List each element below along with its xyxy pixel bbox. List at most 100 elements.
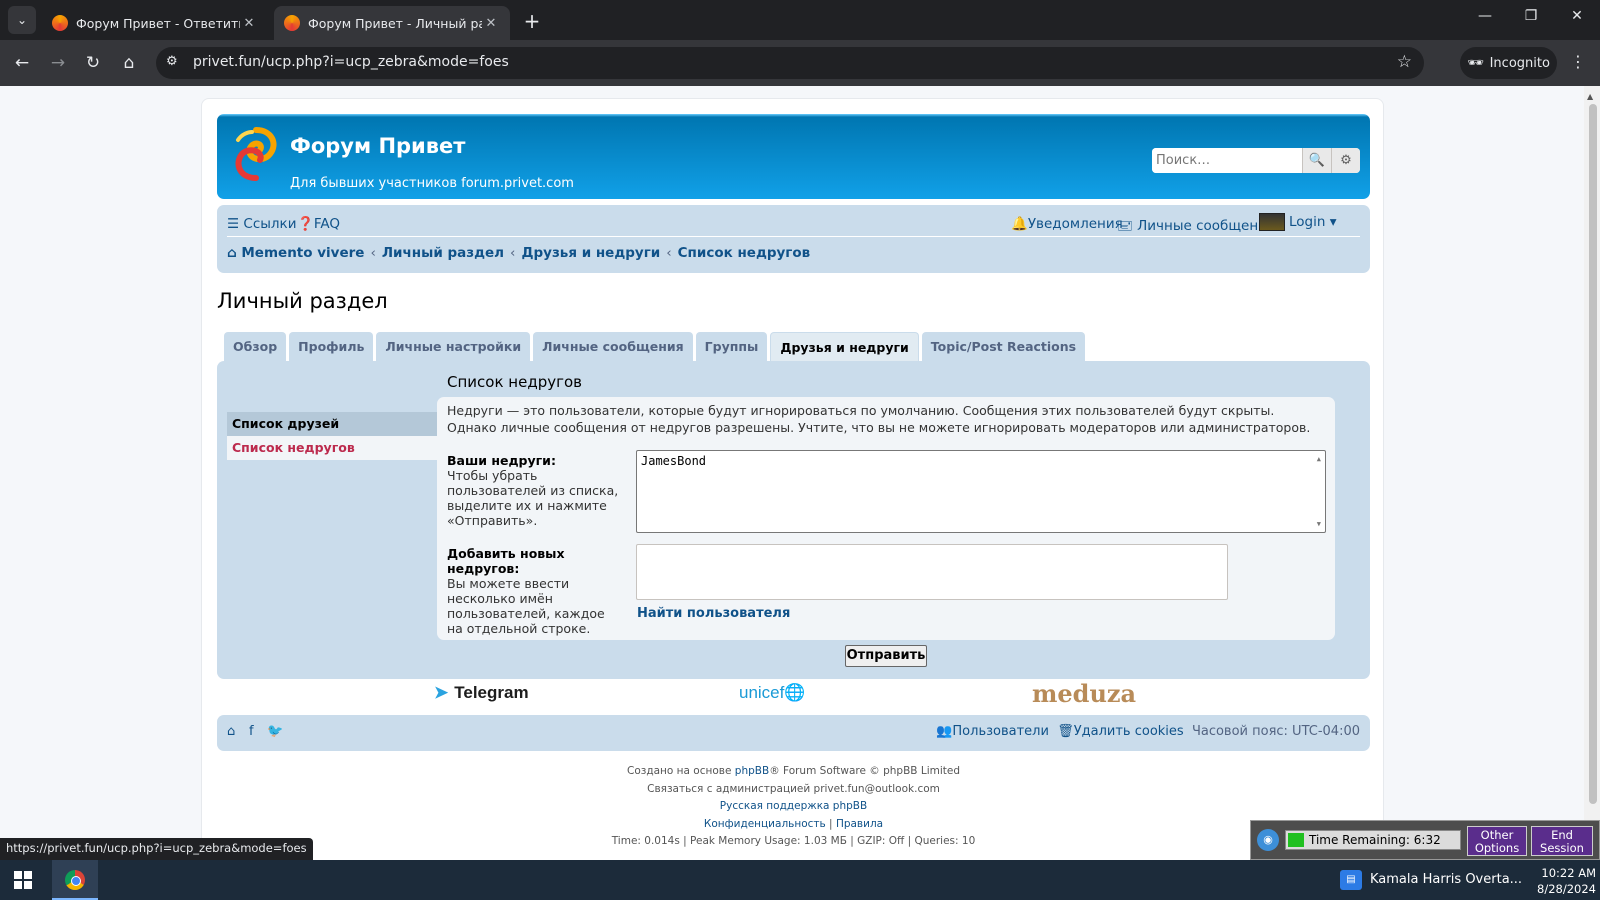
bookmark-star-icon[interactable]: ☆	[1397, 52, 1412, 72]
time-remaining-box: Time Remaining: 6:32	[1285, 830, 1461, 850]
breadcrumb-item-home[interactable]: Memento vivere	[241, 245, 364, 261]
taskbar-chrome-button[interactable]	[52, 860, 98, 900]
quick-links-link[interactable]: ☰ Ссылки	[227, 216, 296, 232]
scroll-up-icon[interactable]: ▲	[1317, 455, 1321, 463]
foes-form: Недруги — это пользователи, которые буду…	[437, 397, 1335, 640]
foes-select-list[interactable]: JamesBond ▲ ▼	[636, 450, 1326, 533]
notifications-link[interactable]: 🔔Уведомления	[1011, 216, 1123, 232]
address-bar[interactable]: ⚙ privet.fun/ucp.php?i=ucp_zebra&mode=fo…	[156, 47, 1424, 79]
browser-tab-ucp[interactable]: Форум Привет - Личный разд ✕	[274, 6, 510, 40]
private-messages-link[interactable]: 🖃 Личные сообщения	[1117, 216, 1275, 239]
close-tab-icon[interactable]: ✕	[240, 16, 258, 31]
site-title[interactable]: Форум Привет	[290, 134, 465, 158]
tab-reactions[interactable]: Topic/Post Reactions	[921, 332, 1086, 361]
browser-tab-reply[interactable]: Форум Привет - Ответить ✕	[42, 6, 268, 40]
tab-private-messages[interactable]: Личные сообщения	[533, 332, 693, 361]
unicef-logo[interactable]: unicef🌐	[739, 683, 806, 703]
minimize-icon[interactable]: —	[1470, 8, 1500, 24]
copyright-block: Создано на основе phpBB® Forum Software …	[202, 763, 1385, 851]
site-info-icon[interactable]: ⚙	[166, 54, 178, 69]
powered-by-line: Создано на основе phpBB® Forum Software …	[202, 763, 1385, 781]
rules-link[interactable]: Правила	[836, 818, 883, 830]
os-taskbar: ▤ Kamala Harris Overta... 10:22 AM 8/28/…	[0, 860, 1600, 900]
tab-profile[interactable]: Профиль	[289, 332, 374, 361]
twitter-icon[interactable]: 🐦	[267, 724, 283, 739]
incognito-button[interactable]: 🕶 Incognito	[1460, 47, 1557, 79]
reload-icon[interactable]: ↻	[81, 51, 105, 75]
scroll-down-icon[interactable]: ▼	[1317, 520, 1321, 528]
user-menu[interactable]: Login ▾	[1259, 213, 1337, 231]
forum-logo-icon[interactable]	[232, 126, 280, 182]
tab-title: Форум Привет - Личный разд	[308, 15, 482, 31]
end-session-button[interactable]: End Session	[1531, 826, 1593, 856]
breadcrumb: ⌂ Memento vivere ‹ Личный раздел ‹ Друзья и …	[227, 245, 810, 261]
inbox-icon: 🖃	[1117, 218, 1138, 234]
taskbar-clock[interactable]: 10:22 AM 8/28/2024	[1520, 865, 1596, 897]
incognito-label: Incognito	[1489, 55, 1550, 71]
status-bar-url: https://privet.fun/ucp.php?i=ucp_zebra&m…	[0, 838, 313, 860]
members-link[interactable]: 👥Пользователи	[936, 724, 1049, 739]
incognito-icon: 🕶	[1467, 55, 1484, 71]
scroll-up-arrow-icon[interactable]: ▲	[1587, 92, 1593, 101]
session-widget: ◉ Time Remaining: 6:32 Other Options End…	[1250, 820, 1600, 860]
news-widget-icon[interactable]: ▤	[1340, 870, 1362, 890]
forum-favicon-icon	[284, 15, 300, 31]
breadcrumb-item-zebra[interactable]: Друзья и недруги	[521, 245, 660, 261]
other-options-button[interactable]: Other Options	[1467, 826, 1527, 856]
powered-pre: Создано на основе	[627, 765, 735, 777]
tab-friends-foes[interactable]: Друзья и недруги	[770, 332, 919, 362]
subnav-item-foes[interactable]: Список недругов	[227, 436, 437, 460]
tab-preferences[interactable]: Личные настройки	[376, 332, 531, 361]
scroll-thumb[interactable]	[1589, 104, 1597, 804]
close-tab-icon[interactable]: ✕	[482, 16, 500, 31]
login-label: Login	[1289, 214, 1326, 230]
submit-button[interactable]: Отправить	[845, 645, 927, 667]
delete-cookies-label: Удалить cookies	[1073, 724, 1184, 739]
search-input[interactable]	[1152, 148, 1302, 173]
timezone-info: Часовой пояс: UTC-04:00	[1191, 724, 1360, 739]
forum-header: Форум Привет Для бывших участников forum…	[217, 114, 1370, 199]
url-text: privet.fun/ucp.php?i=ucp_zebra&mode=foes	[193, 54, 509, 70]
breadcrumb-item-ucp[interactable]: Личный раздел	[382, 245, 504, 261]
search-icon[interactable]: 🔍	[1302, 148, 1331, 173]
browser-menu-icon[interactable]: ⋮	[1570, 52, 1586, 71]
phpbb-link[interactable]: phpBB	[735, 765, 769, 777]
privacy-link[interactable]: Конфиденциальность	[704, 818, 826, 830]
subnav-item-friends[interactable]: Список друзей	[227, 412, 437, 436]
tab-search-chevron-icon[interactable]: ⌄	[8, 6, 36, 34]
tab-title: Форум Привет - Ответить	[76, 15, 240, 31]
breadcrumb-separator: ‹	[370, 245, 376, 261]
browser-tab-bar: ⌄ Форум Привет - Ответить ✕ Форум Привет…	[0, 0, 1600, 40]
tab-groups[interactable]: Группы	[695, 332, 768, 361]
your-foes-help: Чтобы убрать пользователей из списка, вы…	[447, 468, 619, 528]
breadcrumb-item-foes[interactable]: Список недругов	[678, 245, 811, 261]
facebook-icon[interactable]: f	[249, 724, 254, 739]
search-box: 🔍 ⚙	[1152, 148, 1360, 173]
new-tab-icon[interactable]: +	[520, 9, 544, 33]
chrome-icon	[65, 870, 85, 890]
foe-option[interactable]: JamesBond	[641, 454, 1321, 468]
news-widget-text[interactable]: Kamala Harris Overta...	[1370, 872, 1522, 887]
users-icon: 👥	[936, 724, 953, 739]
site-description: Для бывших участников forum.privet.com	[290, 176, 574, 191]
delete-cookies-link[interactable]: 🗑Удалить cookies	[1057, 724, 1183, 739]
quick-links-row: ☰ Ссылки ❓FAQ 🔔Уведомления 🖃 Личные сооб…	[227, 213, 1360, 237]
telegram-logo[interactable]: ➤ Telegram	[434, 683, 529, 703]
clock-time: 10:22 AM	[1541, 866, 1596, 880]
restore-icon[interactable]: ❐	[1516, 8, 1546, 24]
home-icon[interactable]: ⌂	[117, 51, 141, 75]
find-user-link[interactable]: Найти пользователя	[637, 606, 790, 621]
home-icon[interactable]: ⌂	[227, 724, 235, 739]
meduza-logo[interactable]: meduza	[1032, 679, 1136, 708]
back-icon[interactable]: ←	[10, 51, 34, 75]
ru-support-link[interactable]: Русская поддержка phpBB	[720, 800, 867, 812]
add-foes-textarea[interactable]	[636, 544, 1228, 600]
avatar	[1259, 213, 1285, 231]
advanced-search-gear-icon[interactable]: ⚙	[1331, 148, 1360, 173]
tab-overview[interactable]: Обзор	[224, 332, 287, 361]
windows-start-icon[interactable]	[14, 871, 32, 889]
faq-link[interactable]: ❓FAQ	[297, 216, 340, 232]
forward-icon[interactable]: →	[46, 51, 70, 75]
forum-favicon-icon	[52, 15, 68, 31]
close-window-icon[interactable]: ✕	[1562, 8, 1592, 24]
